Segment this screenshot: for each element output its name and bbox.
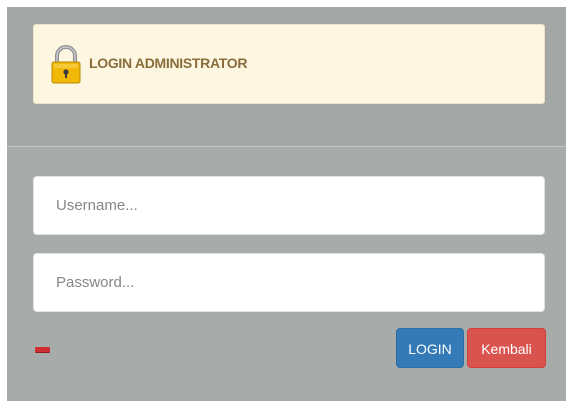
password-input[interactable] bbox=[33, 253, 545, 312]
panel-header: LOGIN ADMINISTRATOR bbox=[7, 7, 566, 147]
username-input[interactable] bbox=[33, 176, 545, 235]
lock-icon bbox=[51, 45, 81, 84]
page-title: LOGIN ADMINISTRATOR bbox=[89, 55, 248, 71]
error-indicator bbox=[35, 347, 50, 352]
login-button[interactable]: LOGIN bbox=[396, 328, 464, 368]
login-panel: LOGIN ADMINISTRATOR LOGIN Kembali bbox=[7, 7, 566, 401]
back-button[interactable]: Kembali bbox=[467, 328, 546, 368]
login-title-alert: LOGIN ADMINISTRATOR bbox=[33, 24, 545, 104]
